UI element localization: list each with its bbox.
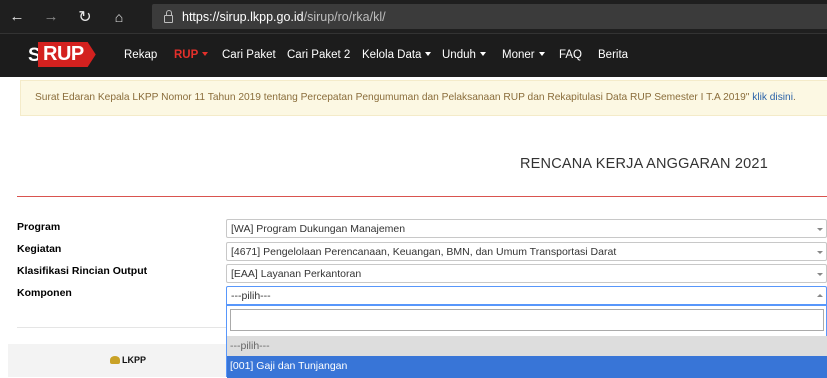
notice-end: . xyxy=(792,92,796,103)
komponen-select[interactable]: ---pilih--- xyxy=(226,286,827,305)
sirup-logo[interactable]: S RUP xyxy=(28,42,118,67)
page-title: RENCANA KERJA ANGGARAN 2021 xyxy=(520,156,768,172)
dropdown-search-input[interactable] xyxy=(230,309,824,331)
chevron-down-icon xyxy=(202,52,209,56)
nav-kelola-data[interactable]: Kelola Data xyxy=(362,49,432,61)
notice-link[interactable]: klik disini xyxy=(752,92,793,103)
notice-text: Surat Edaran Kepala LKPP Nomor 11 Tahun … xyxy=(35,92,750,103)
home-icon[interactable]: ⌂ xyxy=(102,0,136,33)
nav-cari-paket-2[interactable]: Cari Paket 2 xyxy=(287,49,350,61)
dropdown-option[interactable]: ---pilih--- xyxy=(227,336,827,356)
lkpp-logo: LKPP xyxy=(110,355,146,365)
chevron-up-icon xyxy=(817,294,823,297)
footer-logo-text: LKPP xyxy=(122,355,147,365)
nav-cari-paket-2-label: Cari Paket 2 xyxy=(287,49,351,61)
dropdown-option-label: [001] Gaji dan Tunjangan xyxy=(230,360,348,372)
lock-icon xyxy=(164,9,173,23)
klasifikasi-label: Klasifikasi Rincian Output xyxy=(17,265,148,277)
chevron-down-icon xyxy=(817,251,823,254)
klasifikasi-select[interactable]: [EAA] Layanan Perkantoran xyxy=(226,264,827,283)
nav-kelola-data-label: Kelola Data xyxy=(362,49,422,61)
chevron-down-icon xyxy=(479,52,486,56)
chevron-down-icon xyxy=(817,273,823,276)
logo-s: S xyxy=(28,45,41,66)
chevron-down-icon xyxy=(538,52,545,56)
nav-moner-label: Moner xyxy=(502,49,535,61)
nav-cari-paket-label: Cari Paket xyxy=(222,49,276,61)
nav-faq[interactable]: FAQ xyxy=(559,49,582,61)
kegiatan-select-value: [4671] Pengelolaan Perencanaan, Keuangan… xyxy=(231,246,617,258)
nav-rekap[interactable]: Rekap xyxy=(124,49,157,61)
chevron-down-icon xyxy=(425,52,432,56)
nav-berita-label: Berita xyxy=(598,49,629,61)
form-divider xyxy=(17,327,226,328)
nav-rekap-label: Rekap xyxy=(124,49,158,61)
kegiatan-label: Kegiatan xyxy=(17,243,62,255)
komponen-dropdown: ---pilih--- [001] Gaji dan Tunjangan xyxy=(226,305,827,378)
nav-unduh[interactable]: Unduh xyxy=(442,49,486,61)
nav-faq-label: FAQ xyxy=(559,49,583,61)
nav-unduh-label: Unduh xyxy=(442,49,476,61)
nav-berita[interactable]: Berita xyxy=(598,49,628,61)
program-label: Program xyxy=(17,221,61,233)
klasifikasi-select-value: [EAA] Layanan Perkantoran xyxy=(231,268,362,280)
url-path: /sirup/ro/rka/kl/ xyxy=(303,9,386,24)
nav-cari-paket[interactable]: Cari Paket xyxy=(222,49,276,61)
url-host: https://sirup.lkpp.go.id xyxy=(182,9,304,24)
nav-moner[interactable]: Moner xyxy=(502,49,545,61)
address-bar[interactable]: https://sirup.lkpp.go.id/sirup/ro/rka/kl… xyxy=(152,4,827,29)
program-select[interactable]: [WA] Program Dukungan Manajemen xyxy=(226,219,827,238)
browser-toolbar: ← → ↻ ⌂ https://sirup.lkpp.go.id/sirup/r… xyxy=(0,0,827,33)
kegiatan-select[interactable]: [4671] Pengelolaan Perencanaan, Keuangan… xyxy=(226,242,827,261)
main-navbar: S RUP Rekap RUP Cari Paket Cari Paket 2 … xyxy=(0,33,827,77)
nav-rup[interactable]: RUP xyxy=(174,49,209,61)
dropdown-option[interactable]: [001] Gaji dan Tunjangan xyxy=(227,356,827,378)
forward-arrow-icon[interactable]: → xyxy=(34,0,68,33)
divider xyxy=(17,196,827,197)
program-select-value: [WA] Program Dukungan Manajemen xyxy=(231,223,406,235)
back-arrow-icon[interactable]: ← xyxy=(0,0,34,33)
nav-rup-label: RUP xyxy=(174,49,199,61)
notice-banner: Surat Edaran Kepala LKPP Nomor 11 Tahun … xyxy=(20,80,827,116)
dropdown-option-label: ---pilih--- xyxy=(230,340,270,352)
refresh-icon[interactable]: ↻ xyxy=(68,0,102,33)
chevron-down-icon xyxy=(817,228,823,231)
logo-rup: RUP xyxy=(38,42,96,67)
komponen-select-value: ---pilih--- xyxy=(231,290,271,302)
komponen-label: Komponen xyxy=(17,287,72,299)
garuda-icon xyxy=(110,356,120,364)
